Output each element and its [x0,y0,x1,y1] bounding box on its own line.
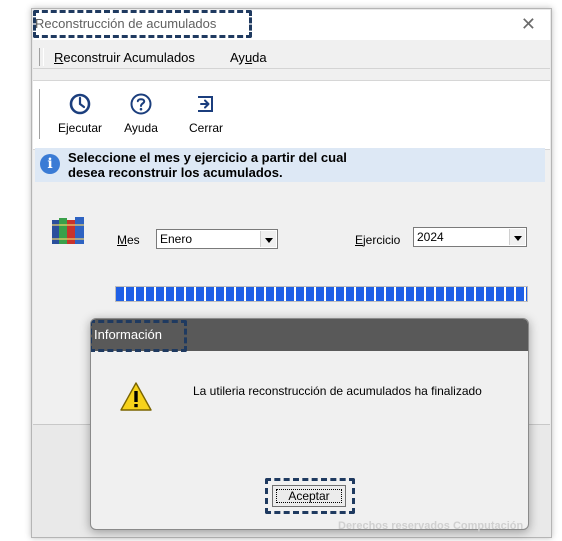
menu-item-ayuda[interactable]: Ayuda [230,50,267,65]
mes-label: Mes [117,233,140,247]
menu-grip [39,48,44,66]
info-line-2: desea reconstruir los acumulados. [68,165,283,180]
help-icon [130,93,152,115]
aceptar-button[interactable]: Aceptar [272,485,346,507]
ejercicio-value: 2024 [417,230,444,244]
aceptar-label: Aceptar [288,489,330,503]
menu-item-ayuda-label: Ay [230,50,245,65]
ejercicio-select[interactable]: 2024 [413,227,527,247]
info-line-1: Seleccione el mes y ejercicio a partir d… [68,150,347,165]
mes-value: Enero [160,232,193,246]
cerrar-button[interactable]: Cerrar [176,91,236,143]
info-icon: i [40,154,60,174]
window-title: Reconstrucción de acumulados [35,16,217,31]
mes-select[interactable]: Enero [156,229,278,249]
info-banner: i Seleccione el mes y ejercicio a partir… [35,148,545,182]
dialog-title-bar[interactable]: Información [91,319,528,351]
toolbar: Ejecutar Ayuda Cerrar [33,80,550,150]
menu-bar: Reconstruir Acumulados Ayuda [33,46,550,69]
menu-item-ayuda-label-tail: da [252,50,267,65]
screen: Reconstrucción de acumulados ✕ Reconstru… [0,0,562,541]
info-dialog: Información La utileria reconstrucción d… [90,318,529,530]
title-bar[interactable]: Reconstrucción de acumulados ✕ [33,10,550,40]
menu-accel: R [54,50,64,65]
menu-item-reconstruir-label: econstruir Acumulados [63,50,195,65]
ayuda-button[interactable]: Ayuda [111,91,171,143]
watermark: Derechos reservados Computación [338,520,524,532]
books-icon [52,217,84,244]
ejecutar-button[interactable]: Ejecutar [50,91,110,143]
info-text: Seleccione el mes y ejercicio a partir d… [68,150,468,180]
ayuda-label: Ayuda [124,121,158,135]
progress-fill [116,287,527,301]
exit-icon [198,96,213,112]
mes-accel: M [117,233,127,247]
menu-item-reconstruir[interactable]: Reconstruir Acumulados [54,50,195,65]
dialog-message: La utileria reconstrucción de acumulados… [193,384,482,398]
chevron-down-icon[interactable] [260,231,276,247]
ejercicio-accel: E [355,233,364,247]
warning-icon [120,382,152,411]
cerrar-label: Cerrar [188,121,223,135]
close-icon[interactable]: ✕ [521,14,536,35]
progress-bar [115,286,528,302]
dialog-title: Información [94,327,162,342]
chevron-down-icon[interactable] [509,229,525,245]
ejecutar-label: Ejecutar [57,121,103,135]
toolbar-grip [39,89,44,139]
clock-icon [69,93,91,115]
ejercicio-label: Ejercicio [355,233,401,247]
